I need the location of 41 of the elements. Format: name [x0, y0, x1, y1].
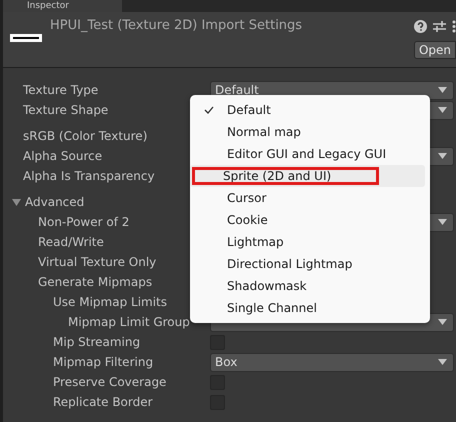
field-label: Virtual Texture Only — [37, 255, 158, 269]
field-label: sRGB (Color Texture) — [22, 129, 148, 143]
menu-item[interactable]: Editor GUI and Legacy GUI — [190, 143, 425, 165]
dropdown-field[interactable]: Box — [210, 352, 454, 372]
menu-item[interactable]: Single Channel — [190, 297, 425, 319]
menu-item[interactable]: Sprite (2D and UI) — [190, 165, 425, 187]
caret-icon — [438, 107, 447, 113]
foldout-label[interactable]: Advanced — [25, 195, 84, 209]
field-label: Mipmap Filtering — [52, 355, 154, 369]
sliders-icon[interactable] — [432, 20, 446, 32]
field-label: Preserve Coverage — [52, 375, 168, 389]
field-label: Generate Mipmaps — [37, 275, 154, 289]
field-label: Mip Streaming — [52, 335, 142, 349]
caret-icon — [438, 153, 447, 159]
more-icon[interactable] — [452, 20, 456, 32]
menu-item[interactable]: Cursor — [190, 187, 425, 209]
inspector-tab[interactable]: Inspector — [3, 0, 122, 12]
field-label: Texture Shape — [22, 103, 110, 117]
texture-thumbnail — [10, 34, 42, 42]
foldout-arrow-icon[interactable] — [12, 198, 21, 206]
menu-item[interactable]: Lightmap — [190, 231, 425, 253]
field-label: Replicate Border — [52, 395, 154, 409]
field-label: Texture Type — [22, 83, 100, 97]
caret-icon — [438, 359, 447, 365]
field-label: Read/Write — [37, 235, 105, 249]
caret-icon — [438, 87, 447, 93]
field-label: Use Mipmap Limits — [52, 295, 168, 309]
window-title: HPUI_Test (Texture 2D) Import Settings — [50, 17, 304, 35]
caret-icon — [438, 219, 447, 225]
menu-item[interactable]: Normal map — [190, 121, 425, 143]
open-button[interactable]: Open — [414, 41, 456, 59]
menu-item[interactable]: Default — [190, 99, 425, 121]
menu-item[interactable]: Shadowmask — [190, 275, 425, 297]
field-label: Mipmap Limit Group — [67, 315, 191, 329]
caret-icon — [438, 319, 447, 325]
menu-item[interactable]: Directional Lightmap — [190, 253, 425, 275]
help-icon[interactable] — [414, 20, 427, 32]
field-label: Alpha Source — [22, 149, 104, 163]
field-label: Alpha Is Transparency — [22, 169, 156, 183]
menu-item[interactable]: Cookie — [190, 209, 425, 231]
field-label: Non-Power of 2 — [37, 215, 130, 229]
